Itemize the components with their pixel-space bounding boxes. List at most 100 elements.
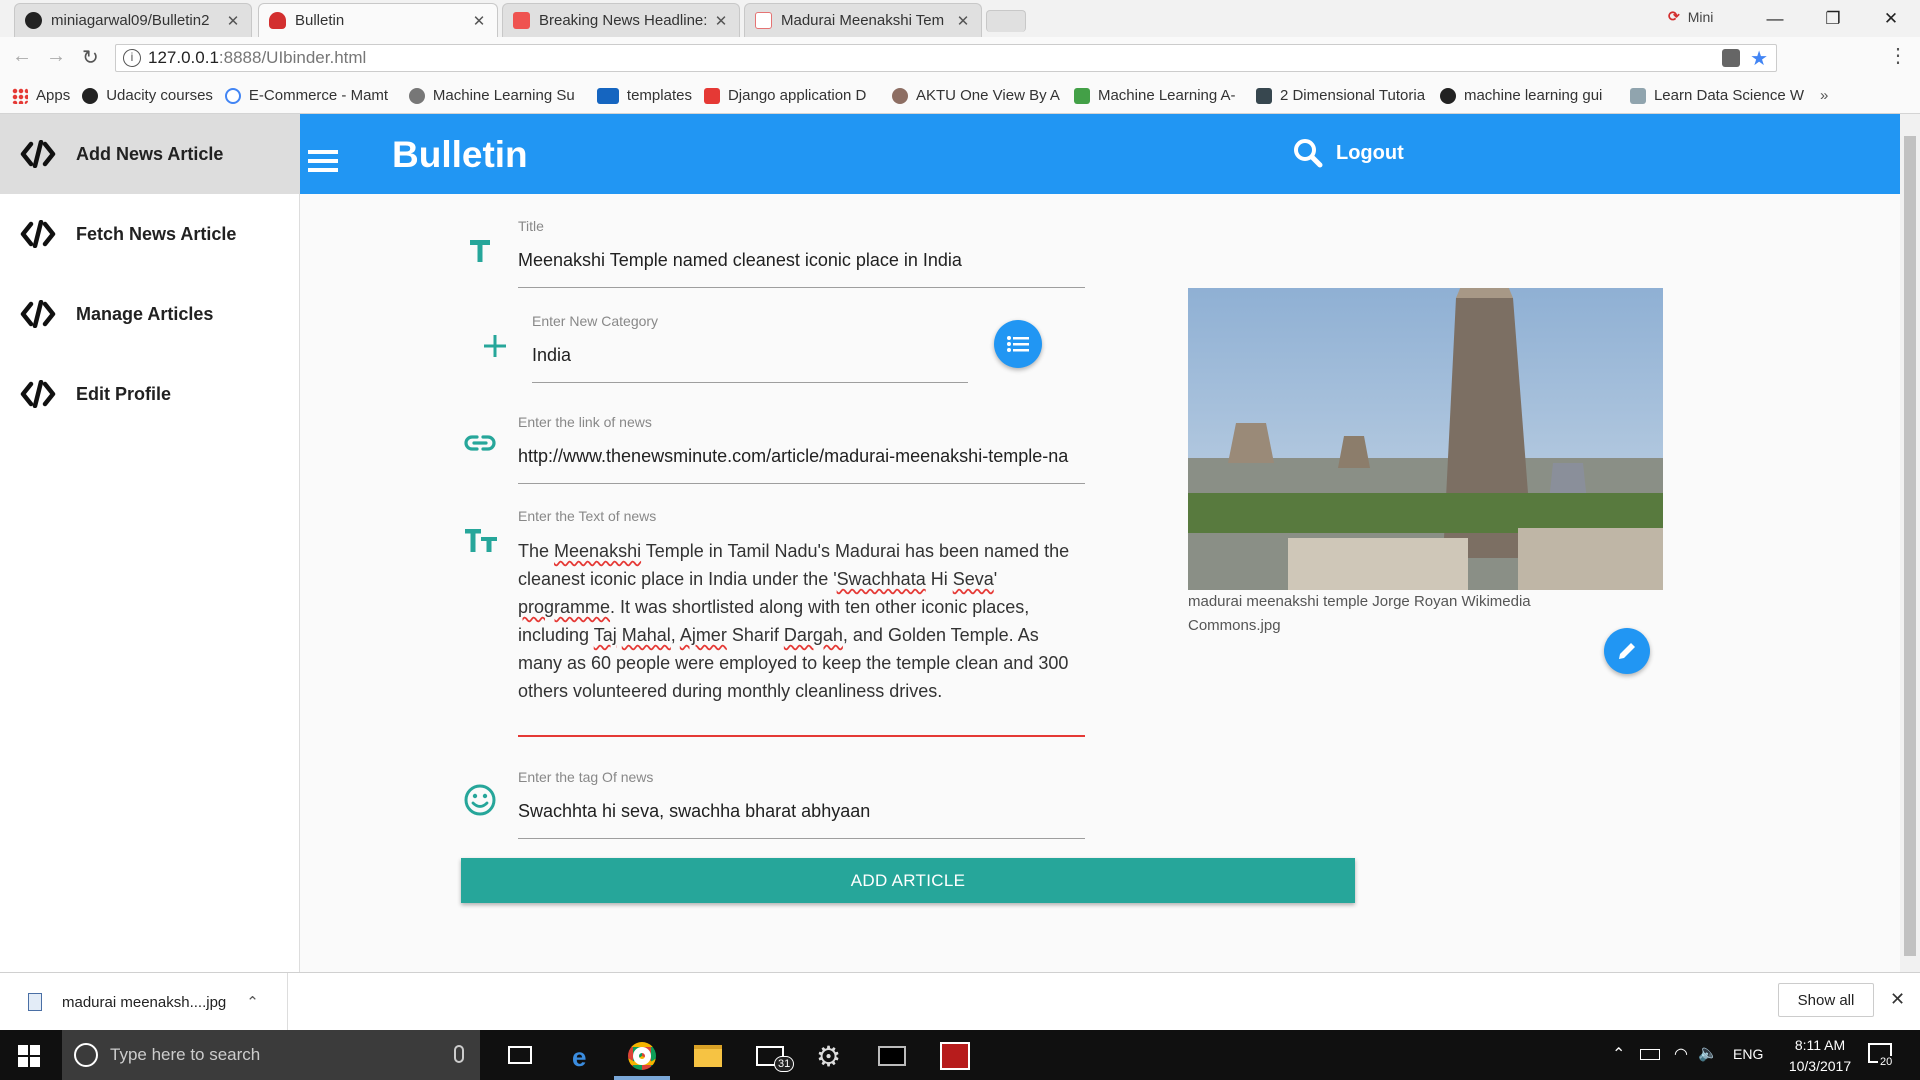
windows-taskbar: Type here to search e 31 ⚙ ⌃ ◠ 🔈 ENG 8:1…: [0, 1030, 1920, 1080]
smiley-icon: [464, 784, 496, 816]
link-field[interactable]: http://www.thenewsminute.com/article/mad…: [518, 436, 1085, 484]
bookmark-item[interactable]: Django application D: [703, 87, 880, 104]
article-image: [1188, 288, 1663, 590]
title-field[interactable]: Meenakshi Temple named cleanest iconic p…: [518, 240, 1085, 288]
profile-chip[interactable]: ⟳ Mini: [1668, 8, 1713, 25]
taskbar-search[interactable]: Type here to search: [62, 1030, 480, 1080]
menu-dots-icon[interactable]: ⋮: [1888, 43, 1908, 68]
close-icon[interactable]: ✕: [471, 12, 487, 30]
atom-icon: [408, 87, 425, 104]
scrollbar-thumb[interactable]: [1904, 136, 1916, 956]
download-item[interactable]: madurai meenaksh....jpg ⌃: [0, 973, 288, 1031]
text-label: Enter the Text of news: [518, 508, 657, 524]
tab-breaking-news[interactable]: Breaking News Headline: ✕: [502, 3, 740, 37]
close-window-icon[interactable]: ✕: [1862, 9, 1920, 29]
tab-label: Bulletin: [295, 12, 345, 29]
category-list-button[interactable]: [994, 320, 1042, 368]
youtube-icon: [703, 87, 720, 104]
link-value: http://www.thenewsminute.com/article/mad…: [518, 446, 1069, 466]
list-icon: [1007, 336, 1029, 352]
sidebar-item-edit-profile[interactable]: Edit Profile: [0, 354, 299, 434]
text-value[interactable]: The Meenakshi Temple in Tamil Nadu's Mad…: [518, 537, 1084, 705]
edge-icon[interactable]: e: [572, 1042, 586, 1073]
bookmark-item[interactable]: Machine Learning Su: [408, 87, 585, 104]
window-controls: — ❐ ✕: [1746, 0, 1920, 37]
download-bar: madurai meenaksh....jpg ⌃ Show all ✕: [0, 972, 1920, 1031]
terminal-icon[interactable]: [878, 1046, 906, 1066]
tab-bulletin[interactable]: Bulletin ✕: [258, 3, 498, 37]
download-filename: madurai meenaksh....jpg: [62, 993, 227, 1011]
close-downloads-icon[interactable]: ✕: [1890, 989, 1905, 1010]
hamburger-menu-icon[interactable]: [308, 150, 338, 172]
more-bookmarks-icon[interactable]: »: [1820, 87, 1828, 104]
close-icon[interactable]: ✕: [225, 12, 241, 30]
reload-icon[interactable]: ↻: [82, 45, 99, 70]
aktu-icon: [891, 87, 908, 104]
tag-field[interactable]: Swachhta hi seva, swachha bharat abhyaan: [518, 791, 1085, 839]
logout-button[interactable]: Logout: [1336, 142, 1404, 165]
edit-image-button[interactable]: [1604, 628, 1650, 674]
bookmark-item[interactable]: Machine Learning A-: [1073, 87, 1244, 104]
bookmark-item[interactable]: templates: [596, 87, 692, 104]
info-icon: i: [123, 49, 141, 67]
tm-icon: [596, 87, 619, 104]
forward-icon[interactable]: →: [46, 45, 66, 68]
temple-photo: [1188, 288, 1663, 590]
tab-madurai[interactable]: Madurai Meenakshi Tem ✕: [744, 3, 982, 37]
microphone-icon[interactable]: [454, 1045, 464, 1063]
code-icon: [20, 380, 56, 408]
bookmark-item[interactable]: Udacity courses: [82, 87, 213, 104]
settings-gear-icon[interactable]: ⚙: [816, 1040, 841, 1073]
add-article-button[interactable]: ADD ARTICLE: [461, 858, 1355, 903]
bookmark-item[interactable]: AKTU One View By A: [891, 87, 1062, 104]
bookmark-item[interactable]: E-Commerce - Mamt: [224, 87, 397, 104]
battery-icon[interactable]: [1640, 1049, 1660, 1060]
language-indicator[interactable]: ENG: [1733, 1046, 1763, 1062]
title-label: Title: [518, 218, 544, 234]
github-icon: [1439, 87, 1456, 104]
pencil-icon: [1619, 643, 1635, 659]
clock[interactable]: 8:11 AM 10/3/2017: [1770, 1035, 1870, 1077]
close-icon[interactable]: ✕: [955, 12, 971, 30]
new-tab-button[interactable]: [986, 10, 1026, 32]
volume-icon[interactable]: 🔈: [1698, 1043, 1718, 1063]
tag-value: Swachhta hi seva, swachha bharat abhyaan: [518, 801, 871, 821]
minimize-icon[interactable]: —: [1746, 9, 1804, 29]
page-scrollbar[interactable]: [1900, 114, 1920, 972]
restore-icon[interactable]: ❐: [1804, 9, 1862, 29]
file-explorer-icon[interactable]: [694, 1045, 722, 1067]
erlang-icon[interactable]: [940, 1042, 970, 1070]
tab-label: Madurai Meenakshi Tem: [781, 12, 945, 29]
chrome-active-indicator: [614, 1076, 670, 1080]
title-icon: [470, 240, 490, 262]
search-icon[interactable]: [1293, 138, 1323, 168]
bookmark-apps[interactable]: Apps: [12, 87, 70, 104]
tab-github[interactable]: miniagarwal09/Bulletin2 ✕: [14, 3, 252, 37]
bookmark-item[interactable]: 2 Dimensional Tutoria: [1255, 87, 1428, 104]
sidebar-item-add-article[interactable]: Add News Article: [0, 114, 299, 194]
close-icon[interactable]: ✕: [713, 12, 729, 30]
u-icon: [1073, 87, 1090, 104]
star-icon[interactable]: ★: [1750, 46, 1768, 71]
windows-start-icon[interactable]: [18, 1045, 40, 1067]
translate-icon[interactable]: [1722, 49, 1740, 67]
category-field[interactable]: India: [532, 335, 968, 383]
address-bar[interactable]: i 127.0.0.1 :8888/UIbinder.html ★: [115, 44, 1777, 72]
tray-chevron-icon[interactable]: ⌃: [1612, 1044, 1625, 1064]
sidebar-item-fetch-article[interactable]: Fetch News Article: [0, 194, 299, 274]
back-icon[interactable]: ←: [12, 45, 32, 68]
bookmark-item[interactable]: Learn Data Science W: [1629, 87, 1808, 104]
google-icon: [224, 87, 241, 104]
sidebar-item-manage-articles[interactable]: Manage Articles: [0, 274, 299, 354]
chevron-up-icon[interactable]: ⌃: [246, 993, 259, 1011]
bookmark-item[interactable]: machine learning gui: [1439, 87, 1618, 104]
code-icon: [20, 220, 56, 248]
wifi-icon[interactable]: ◠: [1674, 1044, 1688, 1064]
sidebar-item-label: Fetch News Article: [76, 223, 237, 244]
url-path: :8888/UIbinder.html: [218, 48, 367, 67]
chrome-icon[interactable]: [628, 1042, 656, 1070]
category-value: India: [532, 345, 572, 365]
news-minute-icon: [755, 12, 772, 29]
task-view-icon[interactable]: [508, 1046, 532, 1064]
show-all-button[interactable]: Show all: [1778, 983, 1874, 1017]
